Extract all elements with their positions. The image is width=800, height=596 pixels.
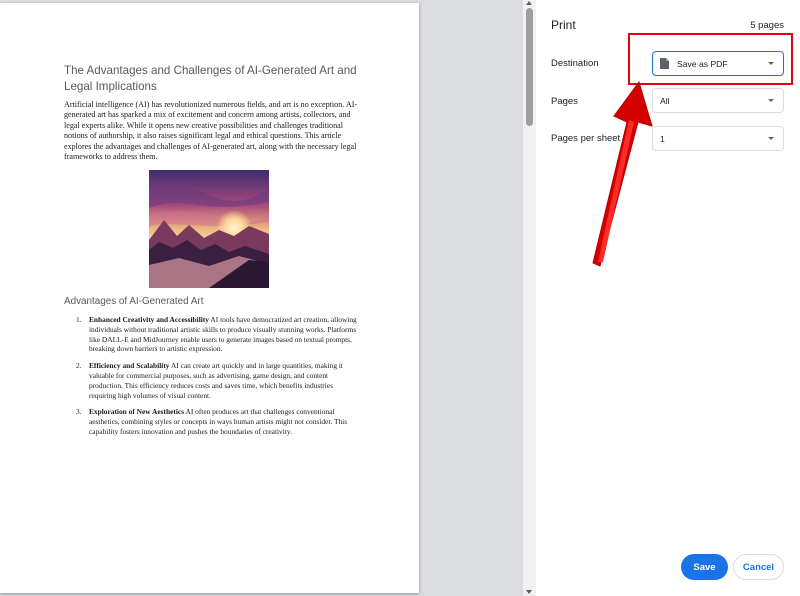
section-heading: Advantages of AI-Generated Art (64, 296, 204, 307)
pages-select[interactable]: All (652, 88, 784, 113)
pages-label: Pages (551, 96, 578, 107)
save-button[interactable]: Save (681, 554, 728, 580)
destination-label: Destination (551, 58, 599, 69)
list-item: 2. Efficiency and Scalability AI can cre… (76, 361, 358, 400)
pages-per-sheet-label: Pages per sheet (551, 133, 621, 144)
print-settings-panel: Print 5 pages Destination Save as PDF Pa… (536, 0, 800, 596)
page-count: 5 pages (750, 20, 784, 31)
list-item: 3. Exploration of New Aesthetics AI ofte… (76, 407, 358, 436)
mountain-sunset-image (149, 170, 269, 288)
scroll-up-arrow-icon[interactable] (526, 1, 532, 5)
cancel-button[interactable]: Cancel (733, 554, 784, 580)
scroll-thumb[interactable] (526, 8, 533, 126)
scroll-down-arrow-icon[interactable] (526, 590, 532, 594)
print-title: Print (551, 18, 576, 32)
document-intro: Artificial intelligence (AI) has revolut… (64, 100, 358, 162)
destination-highlight-box (628, 33, 793, 85)
chevron-down-icon (768, 99, 774, 102)
preview-scrollbar[interactable] (523, 0, 536, 596)
document-title: The Advantages and Challenges of AI-Gene… (64, 64, 357, 93)
pages-value: All (660, 95, 670, 106)
pages-per-sheet-value: 1 (660, 133, 665, 144)
list-number: 2. (76, 361, 82, 371)
list-item: 1. Enhanced Creativity and Accessibility… (76, 315, 358, 354)
advantages-list: 1. Enhanced Creativity and Accessibility… (76, 315, 358, 444)
print-preview-area: The Advantages and Challenges of AI-Gene… (0, 0, 523, 596)
list-number: 3. (76, 407, 82, 417)
document-image (149, 170, 269, 288)
list-item-heading: Enhanced Creativity and Accessibility (89, 315, 209, 324)
list-number: 1. (76, 315, 82, 324)
chevron-down-icon (768, 137, 774, 140)
preview-page: The Advantages and Challenges of AI-Gene… (0, 3, 419, 593)
list-item-heading: Efficiency and Scalability (89, 361, 170, 371)
pages-per-sheet-select[interactable]: 1 (652, 126, 784, 151)
list-item-heading: Exploration of New Aesthetics (89, 407, 185, 417)
